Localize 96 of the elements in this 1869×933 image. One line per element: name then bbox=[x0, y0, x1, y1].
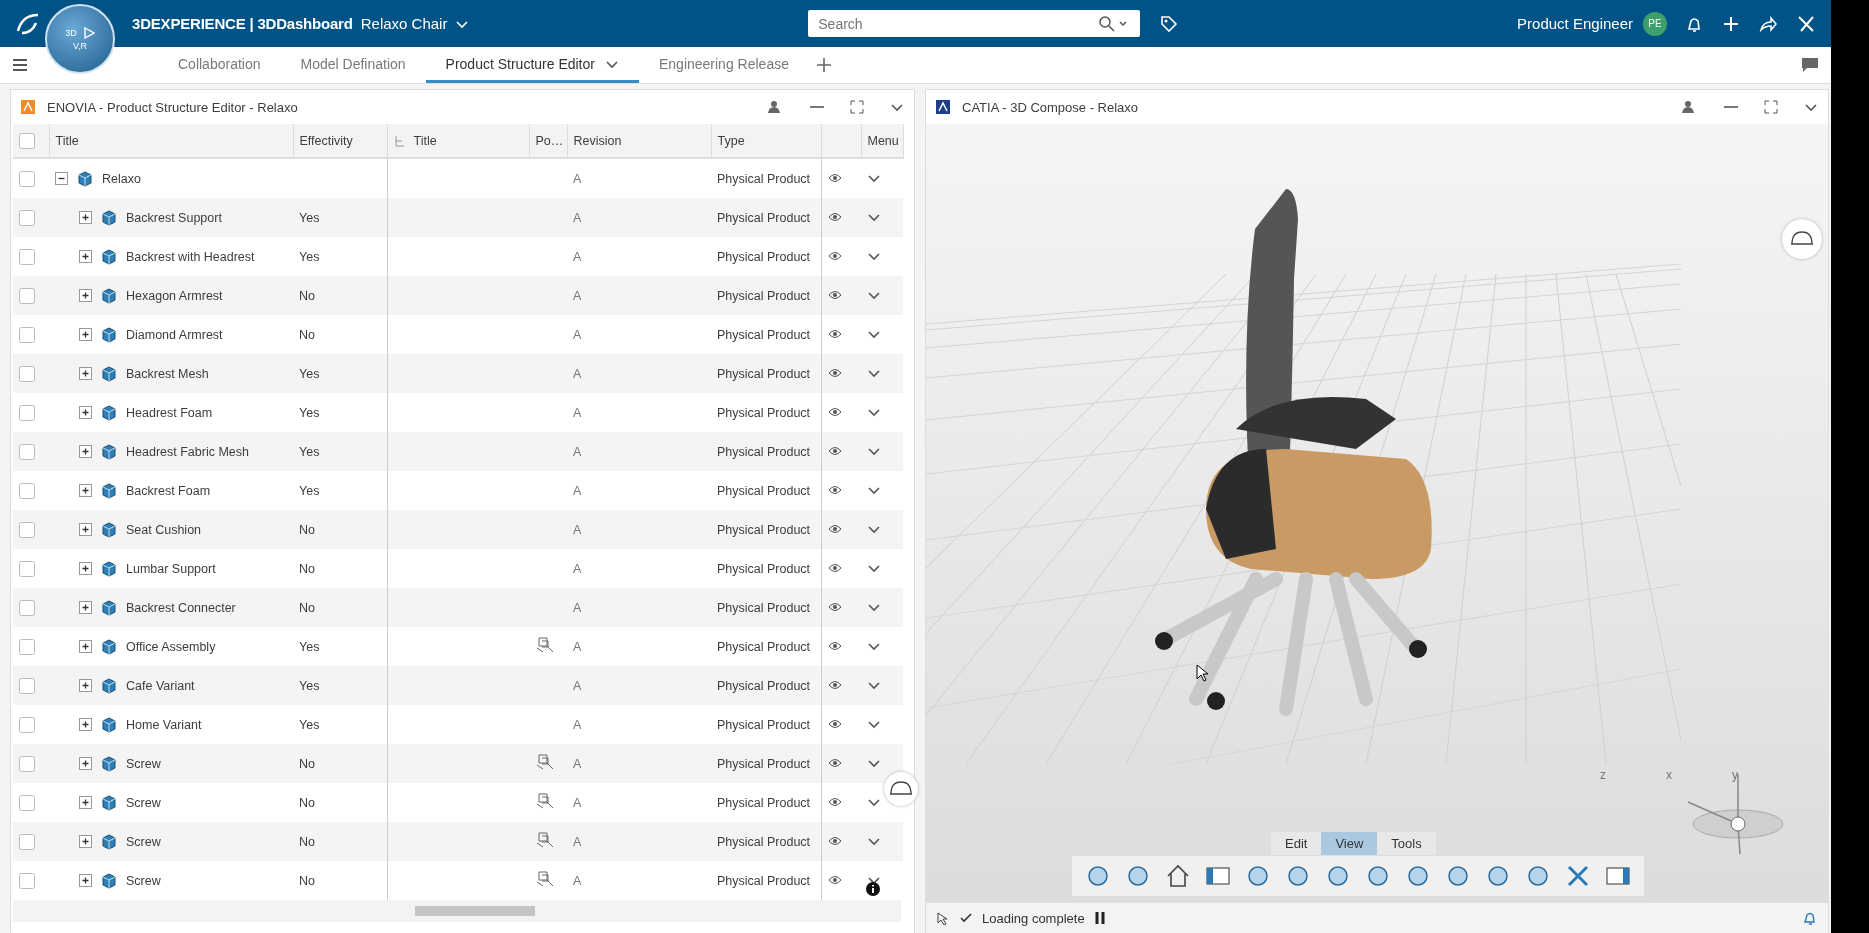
type-cell: Physical Product bbox=[717, 522, 811, 537]
type-cell: Physical Product bbox=[717, 717, 811, 732]
revision-cell: A bbox=[573, 873, 582, 888]
title-cell: Relaxo bbox=[102, 171, 141, 186]
type-cell: Physical Product bbox=[717, 405, 811, 420]
revision-cell: A bbox=[573, 756, 582, 771]
user-name[interactable]: Product Engineer bbox=[1517, 15, 1633, 32]
effectivity-cell: Yes bbox=[299, 678, 320, 693]
panel-title: ENOVIA - Product Structure Editor - Relaxo bbox=[47, 99, 298, 115]
type-cell: Physical Product bbox=[717, 678, 811, 693]
revision-cell: A bbox=[573, 483, 582, 498]
status-text: Loading complete bbox=[982, 910, 1085, 926]
revision-cell: A bbox=[573, 600, 582, 615]
3d-viewport[interactable]: z x y Edit View Tools bbox=[926, 124, 1828, 902]
title-cell: Backrest with Headrest bbox=[126, 249, 255, 264]
effectivity-cell: No bbox=[299, 327, 315, 342]
axis-label: y bbox=[1732, 768, 1738, 782]
type-cell: Physical Product bbox=[717, 561, 811, 576]
effectivity-cell: No bbox=[299, 522, 315, 537]
revision-cell: A bbox=[573, 288, 582, 303]
title-cell: Screw bbox=[126, 834, 161, 849]
effectivity-cell: No bbox=[299, 756, 315, 771]
revision-cell: A bbox=[573, 561, 582, 576]
revision-cell: A bbox=[573, 171, 582, 186]
column-header[interactable]: Type bbox=[717, 133, 745, 148]
type-cell: Physical Product bbox=[717, 210, 811, 225]
revision-cell: A bbox=[573, 522, 582, 537]
toolbar-tab[interactable]: Tools bbox=[1377, 832, 1436, 855]
title-cell: Backrest Mesh bbox=[126, 366, 209, 381]
type-cell: Physical Product bbox=[717, 171, 811, 186]
column-header[interactable]: Title bbox=[413, 133, 437, 148]
type-cell: Physical Product bbox=[717, 795, 811, 810]
panel-title: CATIA - 3D Compose - Relaxo bbox=[962, 99, 1139, 115]
revision-cell: A bbox=[573, 678, 582, 693]
type-cell: Physical Product bbox=[717, 756, 811, 771]
effectivity-cell: Yes bbox=[299, 210, 320, 225]
revision-cell: A bbox=[573, 327, 582, 342]
revision-cell: A bbox=[573, 795, 582, 810]
title-cell: Backrest Connecter bbox=[126, 600, 236, 615]
title-cell: Home Variant bbox=[126, 717, 202, 732]
revision-cell: A bbox=[573, 834, 582, 849]
effectivity-cell: No bbox=[299, 600, 315, 615]
search-field[interactable]: Search bbox=[808, 10, 1089, 37]
type-cell: Physical Product bbox=[717, 600, 811, 615]
type-cell: Physical Product bbox=[717, 639, 811, 654]
axis-label: x bbox=[1666, 768, 1672, 782]
type-cell: Physical Product bbox=[717, 366, 811, 381]
revision-cell: A bbox=[573, 366, 582, 381]
dashboard-tab[interactable]: Collaboration bbox=[158, 47, 281, 83]
revision-cell: A bbox=[573, 405, 582, 420]
revision-cell: A bbox=[573, 639, 582, 654]
effectivity-cell: Yes bbox=[299, 366, 320, 381]
title-cell: Screw bbox=[126, 756, 161, 771]
type-cell: Physical Product bbox=[717, 873, 811, 888]
type-cell: Physical Product bbox=[717, 249, 811, 264]
type-cell: Physical Product bbox=[717, 444, 811, 459]
title-cell: Cafe Variant bbox=[126, 678, 195, 693]
title-cell: Backrest Foam bbox=[126, 483, 211, 498]
effectivity-cell: No bbox=[299, 795, 315, 810]
revision-cell: A bbox=[573, 249, 582, 264]
effectivity-cell: No bbox=[299, 561, 315, 576]
type-cell: Physical Product bbox=[717, 288, 811, 303]
title-cell: Headrest Fabric Mesh bbox=[126, 444, 249, 459]
effectivity-cell: Yes bbox=[299, 639, 320, 654]
column-header[interactable]: Title bbox=[55, 133, 79, 148]
effectivity-cell: Yes bbox=[299, 483, 320, 498]
dashboard-tab[interactable]: Model Defination bbox=[280, 47, 426, 83]
column-header[interactable]: Revision bbox=[573, 133, 622, 148]
title-cell: Seat Cushion bbox=[126, 522, 202, 537]
title-cell: Diamond Armrest bbox=[126, 327, 223, 342]
title-cell: Backrest Support bbox=[126, 210, 222, 225]
dashboard-tab[interactable]: Engineering Release bbox=[638, 47, 809, 83]
app-brand: 3DEXPERIENCE | 3DDashboard bbox=[132, 15, 353, 32]
title-cell: Lumbar Support bbox=[126, 561, 216, 576]
revision-cell: A bbox=[573, 444, 582, 459]
effectivity-cell: No bbox=[299, 288, 315, 303]
type-cell: Physical Product bbox=[717, 327, 811, 342]
revision-cell: A bbox=[573, 210, 582, 225]
toolbar-tab[interactable]: Edit bbox=[1271, 832, 1322, 855]
type-cell: Physical Product bbox=[717, 834, 811, 849]
effectivity-cell: Yes bbox=[299, 405, 320, 420]
axis-label: z bbox=[1600, 768, 1606, 782]
title-cell: Headrest Foam bbox=[126, 405, 213, 420]
title-cell: Office Assembly bbox=[126, 639, 216, 654]
title-cell: Hexagon Armrest bbox=[126, 288, 223, 303]
effectivity-cell: Yes bbox=[299, 717, 320, 732]
effectivity-cell: Yes bbox=[299, 249, 320, 264]
title-cell: Screw bbox=[126, 873, 161, 888]
effectivity-cell: No bbox=[299, 834, 315, 849]
revision-cell: A bbox=[573, 717, 582, 732]
toolbar-tab[interactable]: View bbox=[1321, 832, 1378, 855]
dashboard-selector[interactable]: Relaxo Chair bbox=[360, 15, 470, 32]
effectivity-cell: Yes bbox=[299, 444, 320, 459]
title-cell: Screw bbox=[126, 795, 161, 810]
type-cell: Physical Product bbox=[717, 483, 811, 498]
effectivity-cell: No bbox=[299, 873, 315, 888]
